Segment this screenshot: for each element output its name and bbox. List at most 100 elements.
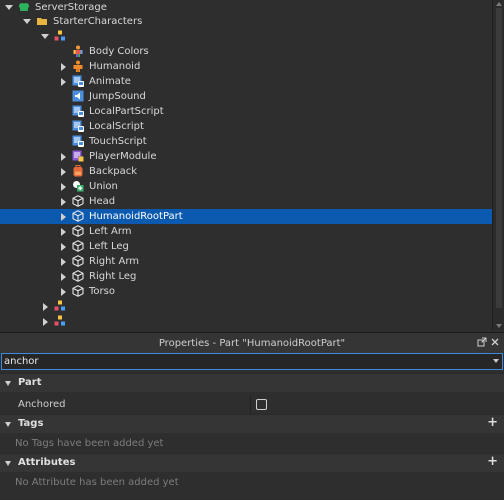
tags-empty-note: No Tags have been added yet xyxy=(0,434,504,453)
explorer-item-label: LocalPartScript xyxy=(89,106,164,117)
collapsed-arrow-icon[interactable] xyxy=(58,179,68,194)
collapsed-arrow-icon[interactable] xyxy=(58,164,68,179)
explorer-item[interactable]: Head xyxy=(0,194,492,209)
explorer-item[interactable]: TouchScript xyxy=(0,134,492,149)
undock-icon[interactable] xyxy=(476,337,488,349)
explorer-item[interactable]: Backpack xyxy=(0,164,492,179)
explorer-item-label: TouchScript xyxy=(89,136,147,147)
scroll-up-arrow-icon[interactable] xyxy=(496,2,502,6)
expanded-arrow-icon[interactable] xyxy=(4,0,14,15)
filter-dropdown-icon[interactable] xyxy=(493,359,499,363)
collapsed-arrow-icon[interactable] xyxy=(58,284,68,299)
section-part[interactable]: Part xyxy=(0,373,504,392)
part-icon xyxy=(72,210,84,222)
section-attributes[interactable]: Attributes + xyxy=(0,453,504,472)
explorer-item[interactable]: PlayerModule xyxy=(0,149,492,164)
explorer-item[interactable]: Animate xyxy=(0,74,492,89)
explorer-item[interactable] xyxy=(0,299,492,314)
collapsed-arrow-icon[interactable] xyxy=(58,239,68,254)
collapsed-arrow-icon[interactable] xyxy=(40,299,50,314)
scroll-down-arrow-icon[interactable] xyxy=(496,324,502,328)
explorer-item[interactable] xyxy=(0,314,492,329)
attributes-empty-text: No Attribute has been added yet xyxy=(15,477,179,488)
collapse-arrow-icon[interactable] xyxy=(5,461,11,466)
explorer-item[interactable]: LocalPartScript xyxy=(0,104,492,119)
collapsed-arrow-icon[interactable] xyxy=(40,314,50,329)
explorer-item[interactable]: Left Leg xyxy=(0,239,492,254)
anchored-checkbox[interactable] xyxy=(256,399,267,410)
folder-icon xyxy=(36,15,48,27)
explorer-item-label: PlayerModule xyxy=(89,151,157,162)
explorer-item[interactable]: Body Colors xyxy=(0,44,492,59)
explorer-item-label: JumpSound xyxy=(89,91,146,102)
part-icon xyxy=(72,255,84,267)
attributes-empty-note: No Attribute has been added yet xyxy=(0,473,504,492)
model-icon xyxy=(54,315,66,327)
column-divider[interactable] xyxy=(250,395,251,414)
explorer-item-label: Body Colors xyxy=(89,46,149,57)
explorer-item-label: Head xyxy=(89,196,116,207)
explorer-item-label: Union xyxy=(89,181,118,192)
explorer-item[interactable]: Torso xyxy=(0,284,492,299)
local-script-icon xyxy=(72,135,84,147)
close-icon[interactable] xyxy=(489,337,501,349)
collapsed-arrow-icon[interactable] xyxy=(58,74,68,89)
property-filter-input[interactable] xyxy=(4,354,484,369)
scrollbar-thumb[interactable] xyxy=(496,8,502,308)
model-icon xyxy=(54,300,66,312)
part-icon xyxy=(72,240,84,252)
explorer-item-label: Right Arm xyxy=(89,256,140,267)
explorer-item-label: HumanoidRootPart xyxy=(89,211,183,222)
add-attribute-button[interactable]: + xyxy=(487,454,498,470)
explorer-item[interactable]: StarterCharacters xyxy=(0,14,492,29)
backpack-icon xyxy=(72,165,84,177)
section-attributes-label: Attributes xyxy=(18,457,76,468)
expanded-arrow-icon[interactable] xyxy=(22,14,32,29)
property-filter[interactable] xyxy=(1,353,503,370)
explorer-item[interactable]: HumanoidRootPart xyxy=(0,209,492,224)
part-icon xyxy=(72,270,84,282)
explorer-item-label: Left Leg xyxy=(89,241,129,252)
properties-title-bar: Properties - Part "HumanoidRootPart" xyxy=(0,333,504,353)
collapsed-arrow-icon[interactable] xyxy=(58,194,68,209)
explorer-item-label: Right Leg xyxy=(89,271,137,282)
expanded-arrow-icon[interactable] xyxy=(40,29,50,44)
explorer-item-label: Humanoid xyxy=(89,61,141,72)
explorer-item-label: ServerStorage xyxy=(35,2,107,13)
explorer-item[interactable] xyxy=(0,29,492,44)
part-icon xyxy=(72,285,84,297)
local-script-icon xyxy=(72,75,84,87)
collapsed-arrow-icon[interactable] xyxy=(58,59,68,74)
collapsed-arrow-icon[interactable] xyxy=(58,224,68,239)
explorer-item[interactable]: ServerStorage xyxy=(0,0,492,15)
explorer-item[interactable]: Left Arm xyxy=(0,224,492,239)
explorer-item[interactable]: JumpSound xyxy=(0,89,492,104)
collapse-arrow-icon[interactable] xyxy=(5,422,11,427)
explorer-item[interactable]: Union xyxy=(0,179,492,194)
explorer-item[interactable]: LocalScript xyxy=(0,119,492,134)
module-script-icon xyxy=(72,150,84,162)
collapsed-arrow-icon[interactable] xyxy=(58,209,68,224)
section-tags[interactable]: Tags + xyxy=(0,414,504,433)
explorer-scrollbar[interactable] xyxy=(492,0,504,330)
add-tag-button[interactable]: + xyxy=(487,415,498,431)
collapse-arrow-icon[interactable] xyxy=(5,381,11,386)
explorer-item[interactable]: Right Leg xyxy=(0,269,492,284)
collapsed-arrow-icon[interactable] xyxy=(58,149,68,164)
server-storage-icon xyxy=(18,1,30,13)
explorer-item[interactable]: Humanoid xyxy=(0,59,492,74)
part-icon xyxy=(72,225,84,237)
explorer-item-label: Animate xyxy=(89,76,131,87)
local-script-icon xyxy=(72,120,84,132)
part-icon xyxy=(72,195,84,207)
collapsed-arrow-icon[interactable] xyxy=(58,269,68,284)
body-colors-icon xyxy=(72,45,84,57)
property-name-anchored: Anchored xyxy=(18,399,66,410)
section-tags-label: Tags xyxy=(18,418,44,429)
properties-title: Properties - Part "HumanoidRootPart" xyxy=(158,337,346,349)
union-icon xyxy=(72,180,84,192)
tags-empty-text: No Tags have been added yet xyxy=(15,438,164,449)
collapsed-arrow-icon[interactable] xyxy=(58,254,68,269)
explorer-item-label: Torso xyxy=(89,286,115,297)
explorer-item[interactable]: Right Arm xyxy=(0,254,492,269)
